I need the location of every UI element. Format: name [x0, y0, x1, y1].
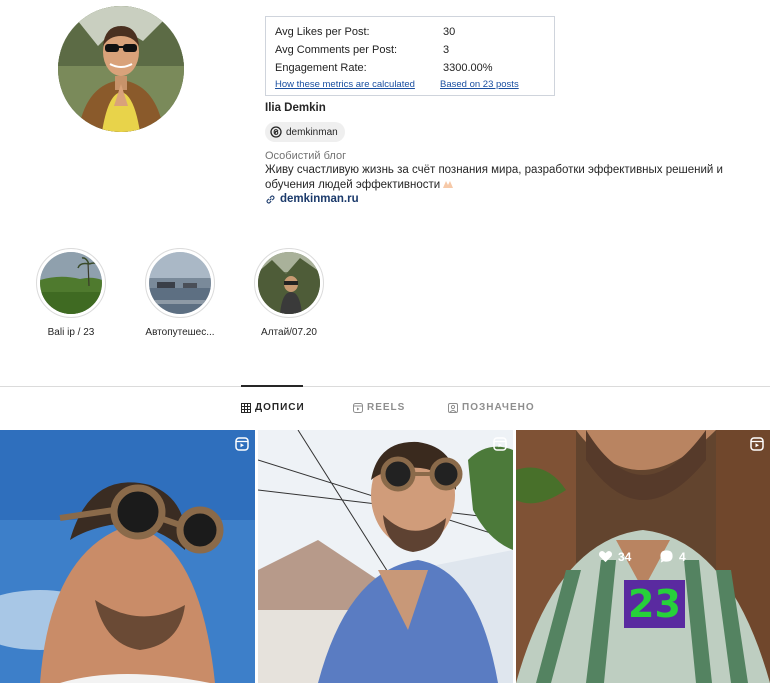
- highlight-label: Алтай/07.20: [261, 327, 317, 338]
- based-on-posts-link[interactable]: Based on 23 posts: [440, 77, 519, 93]
- active-tab-indicator: [241, 385, 303, 387]
- tab-label: ДОПИСИ: [255, 402, 305, 413]
- highlight-bali[interactable]: Bali ip / 23: [21, 248, 121, 338]
- post-thumbnail[interactable]: [516, 430, 770, 683]
- profile-category: Особистий блог: [265, 150, 347, 162]
- post-comments: 4: [659, 549, 686, 564]
- tab-tagged[interactable]: ПОЗНАЧЕНО: [448, 402, 535, 413]
- threads-link[interactable]: demkinman: [265, 122, 345, 142]
- tab-label: ПОЗНАЧЕНО: [462, 402, 535, 413]
- post-thumbnail[interactable]: [0, 430, 255, 683]
- reels-icon: [750, 437, 764, 451]
- tabs-divider: [0, 386, 770, 387]
- comments-count: 4: [679, 549, 686, 564]
- highlight-cover: [36, 248, 106, 318]
- reels-icon: [235, 437, 249, 451]
- post-image: [516, 430, 770, 683]
- post-likes: 34: [598, 549, 631, 564]
- tagged-icon: [448, 402, 458, 413]
- engagement-label: Engagement Rate:: [275, 62, 367, 74]
- profile-bio: Живу счастливую жизнь за счёт познания м…: [265, 163, 735, 193]
- metrics-panel: Avg Likes per Post: 30 Avg Comments per …: [265, 16, 555, 96]
- link-icon: [266, 194, 275, 204]
- highlight-label: Автопутешес...: [145, 327, 215, 338]
- highlight-cover: [145, 248, 215, 318]
- threads-handle: demkinman: [286, 126, 338, 138]
- tab-label: REELS: [367, 402, 406, 413]
- post-count-badge: 23: [624, 580, 685, 628]
- post-image: [0, 430, 255, 683]
- tab-posts[interactable]: ДОПИСИ: [241, 402, 305, 413]
- website-text: demkinman.ru: [280, 193, 359, 205]
- avg-likes-value: 30: [443, 26, 456, 38]
- avg-comments-label: Avg Comments per Post:: [275, 44, 398, 56]
- profile-avatar[interactable]: [58, 6, 184, 132]
- reels-icon: [353, 402, 363, 413]
- hands-emoji-icon: [443, 181, 454, 188]
- bio-text: Живу счастливую жизнь за счёт познания м…: [265, 164, 723, 191]
- highlight-label: Bali ip / 23: [47, 327, 95, 338]
- engagement-value: 3300.00%: [443, 62, 493, 74]
- grid-icon: [241, 402, 251, 413]
- profile-username: Ilia Demkin: [265, 102, 326, 114]
- avg-comments-value: 3: [443, 44, 450, 56]
- highlight-cover: [254, 248, 324, 318]
- heart-icon: [598, 551, 613, 563]
- post-thumbnail[interactable]: [258, 430, 513, 683]
- highlight-autotravel[interactable]: Автопутешес...: [130, 248, 230, 338]
- reels-icon: [493, 437, 507, 451]
- post-image: [258, 430, 513, 683]
- avg-likes-label: Avg Likes per Post:: [275, 26, 370, 38]
- tab-reels[interactable]: REELS: [353, 402, 405, 413]
- profile-website-link[interactable]: demkinman.ru: [265, 193, 359, 205]
- how-metrics-link[interactable]: How these metrics are calculated: [275, 77, 415, 93]
- comment-icon: [660, 550, 673, 563]
- highlight-altai[interactable]: Алтай/07.20: [239, 248, 339, 338]
- likes-count: 34: [618, 549, 632, 564]
- threads-icon: [270, 126, 282, 138]
